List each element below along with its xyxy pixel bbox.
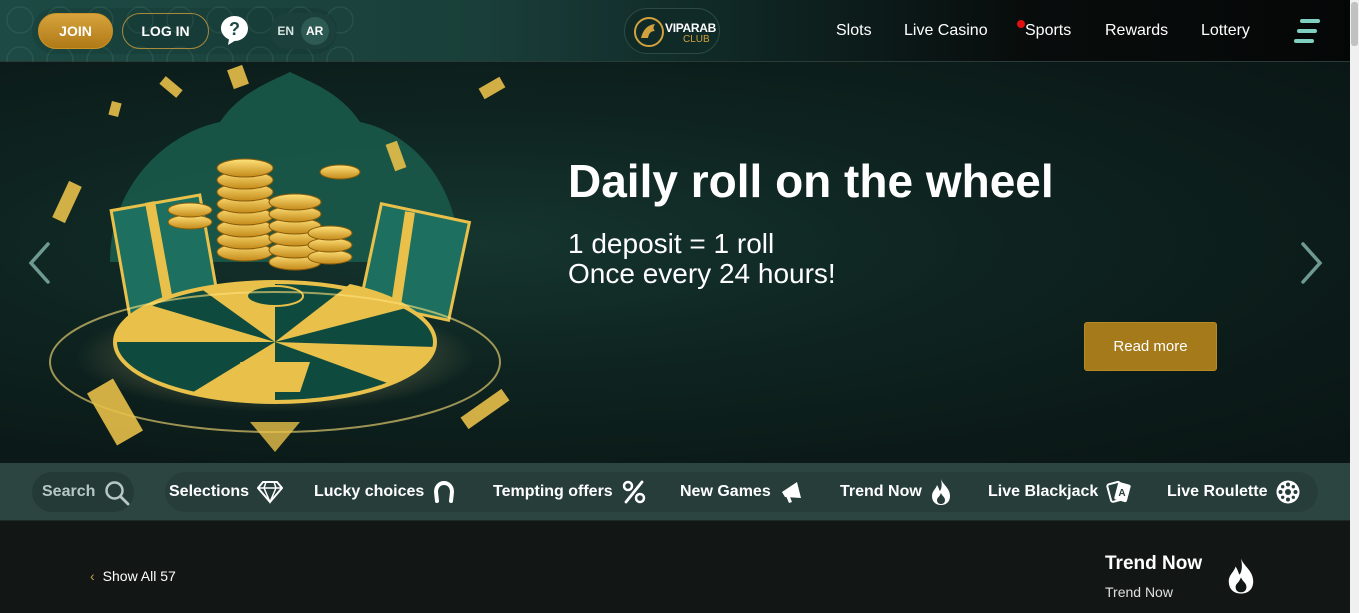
language-switcher: EN AR — [270, 13, 336, 49]
section-subtitle: Trend Now — [1105, 584, 1173, 600]
category-trend-now[interactable]: Trend Now — [840, 472, 952, 512]
logo-subtitle: CLUB — [683, 34, 710, 45]
category-lucky-choices[interactable]: Lucky choices — [314, 472, 456, 512]
login-button[interactable]: LOG IN — [122, 13, 209, 49]
logo-title: VIPARAB — [665, 21, 717, 35]
category-new-games[interactable]: New Games — [680, 472, 805, 512]
read-more-button[interactable]: Read more — [1084, 322, 1217, 371]
nav-slots[interactable]: Slots — [836, 22, 872, 40]
category-label: Live Blackjack — [988, 483, 1099, 500]
lang-en-option[interactable]: EN — [277, 24, 294, 38]
svg-text:?: ? — [229, 19, 240, 39]
join-button[interactable]: JOIN — [38, 13, 113, 49]
carousel-next-arrow-icon[interactable] — [1299, 240, 1325, 286]
diamond-icon — [257, 481, 284, 504]
search-button[interactable]: Search — [32, 472, 134, 512]
nav-lottery[interactable]: Lottery — [1201, 22, 1250, 40]
category-live-roulette[interactable]: Live Roulette — [1167, 472, 1301, 512]
section-title: Trend Now — [1105, 553, 1203, 574]
wheel-promo-illustration — [49, 64, 510, 452]
hamburger-menu-icon[interactable] — [1294, 16, 1322, 46]
search-label: Search — [42, 483, 96, 500]
hero-banner: Daily roll on the wheel 1 deposit = 1 ro… — [0, 62, 1359, 463]
category-label: Live Roulette — [1167, 483, 1268, 500]
hero-title: Daily roll on the wheel — [568, 155, 1054, 207]
show-all-label: Show All 57 — [102, 568, 176, 584]
category-selections[interactable]: Selections — [169, 472, 284, 512]
flame-icon — [931, 479, 950, 505]
category-scroller: Selections Lucky choices Tempting offers — [165, 472, 1318, 512]
roulette-icon — [1276, 480, 1300, 504]
percent-icon — [622, 480, 645, 504]
nav-rewards[interactable]: Rewards — [1105, 22, 1168, 40]
category-label: Trend Now — [840, 483, 922, 500]
question-circle-icon[interactable]: ? — [220, 15, 249, 46]
category-label: New Games — [680, 483, 771, 500]
category-label: Lucky choices — [314, 483, 425, 500]
nav-live-casino[interactable]: Live Casino — [904, 22, 988, 40]
top-header: JOIN LOG IN ? EN AR VIPARAB CLUB Slots L… — [0, 0, 1359, 62]
nav-sports[interactable]: Sports — [1025, 22, 1071, 40]
category-label: Tempting offers — [493, 483, 613, 500]
show-all-link[interactable]: ‹ Show All 57 — [90, 568, 176, 584]
games-section: ‹ Show All 57 Trend Now Trend Now — [0, 521, 1359, 613]
lang-ar-option[interactable]: AR — [300, 17, 329, 45]
carousel-prev-arrow-icon[interactable] — [26, 240, 52, 286]
megaphone-icon — [781, 482, 801, 503]
horseshoe-icon — [434, 480, 455, 503]
hero-subtitle-line1: 1 deposit = 1 roll — [568, 228, 775, 259]
scrollbar-thumb[interactable] — [1351, 2, 1358, 46]
cards-icon: A — [1106, 480, 1131, 503]
category-live-blackjack[interactable]: Live Blackjack A — [988, 472, 1132, 512]
page-scrollbar[interactable] — [1350, 0, 1359, 613]
hero-subtitle-line2: Once every 24 hours! — [568, 258, 836, 289]
sports-live-indicator — [1017, 20, 1025, 28]
page: JOIN LOG IN ? EN AR VIPARAB CLUB Slots L… — [0, 0, 1359, 613]
category-tempting-offers[interactable]: Tempting offers — [493, 472, 647, 512]
site-logo[interactable]: VIPARAB CLUB — [624, 8, 720, 54]
svg-text:A: A — [1119, 488, 1126, 499]
search-icon — [105, 481, 130, 506]
category-label: Selections — [169, 483, 250, 500]
chevron-left-icon: ‹ — [90, 568, 95, 584]
category-bar: Search Selections Lucky choices Tempting… — [0, 463, 1359, 521]
flame-icon — [1228, 558, 1254, 594]
horse-logo-icon — [634, 17, 664, 47]
